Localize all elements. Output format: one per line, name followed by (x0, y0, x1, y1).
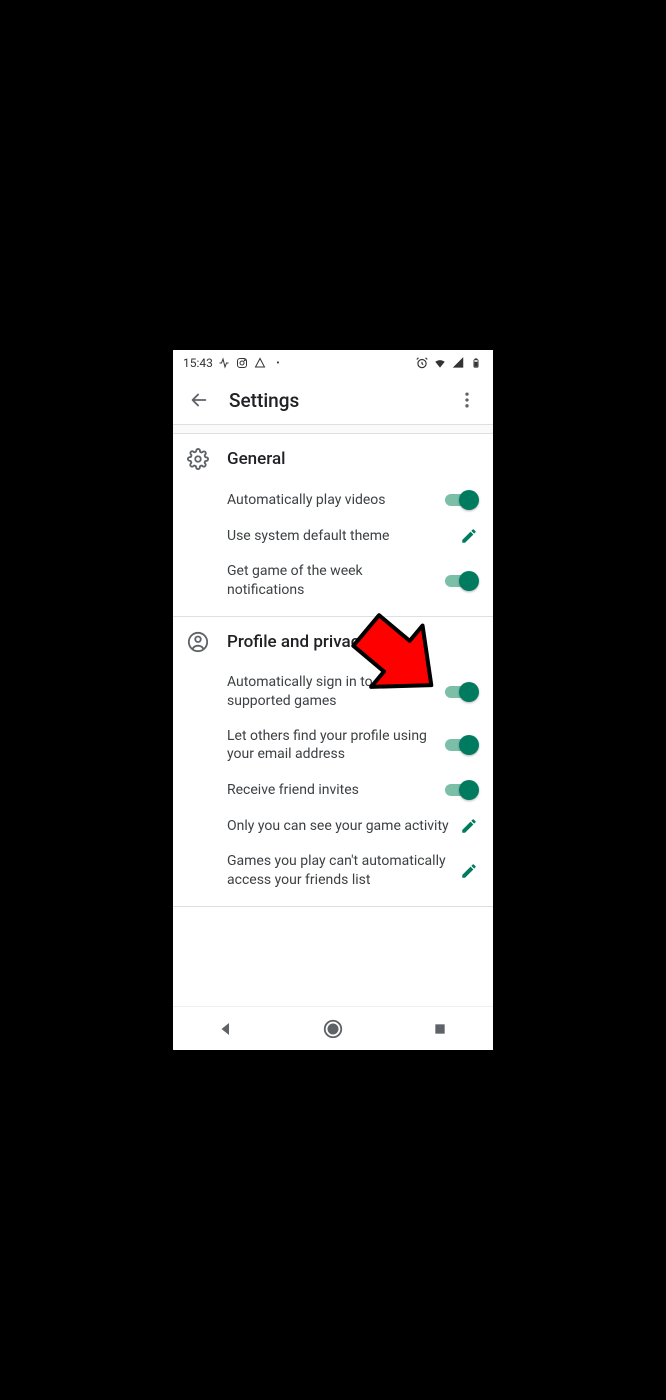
row-game-activity[interactable]: Only you can see your game activity (187, 808, 479, 844)
row-friend-invites[interactable]: Receive friend invites (187, 772, 479, 808)
content-area: General Automatically play videos Use sy… (173, 434, 493, 1006)
section-general: General Automatically play videos Use sy… (173, 434, 493, 617)
row-label: Let others find your profile using your … (227, 727, 445, 765)
signal-icon (451, 356, 465, 370)
row-label: Use system default theme (227, 527, 459, 546)
battery-icon (469, 356, 483, 370)
more-menu-icon[interactable] (455, 388, 479, 412)
section-header-general: General (187, 448, 479, 470)
pencil-icon[interactable] (459, 816, 479, 836)
toggle-friend-invites[interactable] (445, 780, 479, 800)
activity-icon (217, 356, 231, 370)
row-find-email[interactable]: Let others find your profile using your … (187, 719, 479, 773)
row-label: Automatically sign in to supported games (227, 673, 445, 711)
row-label: Games you play can't automatically acces… (227, 852, 459, 890)
status-bar: 15:43 • (173, 350, 493, 376)
toggle-game-week[interactable] (445, 571, 479, 591)
dot-icon: • (271, 356, 285, 370)
row-game-week[interactable]: Get game of the week notifications (187, 554, 479, 608)
spacer (173, 425, 493, 433)
section-title: General (227, 449, 285, 469)
section-profile: Profile and privacy Automatically sign i… (173, 617, 493, 907)
toggle-auto-signin[interactable] (445, 682, 479, 702)
toggle-find-email[interactable] (445, 735, 479, 755)
nav-home-icon[interactable] (322, 1018, 344, 1040)
section-header-profile: Profile and privacy (187, 631, 479, 653)
row-auto-signin[interactable]: Automatically sign in to supported games (187, 665, 479, 719)
alarm-icon (415, 356, 429, 370)
gear-icon (187, 448, 209, 470)
back-arrow-icon[interactable] (187, 388, 211, 412)
row-system-theme[interactable]: Use system default theme (187, 518, 479, 554)
toggle-auto-videos[interactable] (445, 490, 479, 510)
status-time: 15:43 (183, 356, 213, 370)
nav-back-icon[interactable] (215, 1018, 237, 1040)
row-label: Receive friend invites (227, 781, 445, 800)
pencil-icon[interactable] (459, 861, 479, 881)
person-icon (187, 631, 209, 653)
row-auto-videos[interactable]: Automatically play videos (187, 482, 479, 518)
row-label: Automatically play videos (227, 491, 445, 510)
row-label: Get game of the week notifications (227, 562, 445, 600)
page-title: Settings (229, 389, 437, 412)
row-friends-list[interactable]: Games you play can't automatically acces… (187, 844, 479, 898)
phone-frame: 15:43 • (173, 350, 493, 1050)
wifi-icon (433, 356, 447, 370)
instagram-icon (235, 356, 249, 370)
pencil-icon[interactable] (459, 526, 479, 546)
app-bar: Settings (173, 376, 493, 424)
row-label: Only you can see your game activity (227, 817, 459, 836)
triangle-icon (253, 356, 267, 370)
nav-recent-icon[interactable] (429, 1018, 451, 1040)
navigation-bar (173, 1006, 493, 1050)
section-title: Profile and privacy (227, 632, 368, 652)
